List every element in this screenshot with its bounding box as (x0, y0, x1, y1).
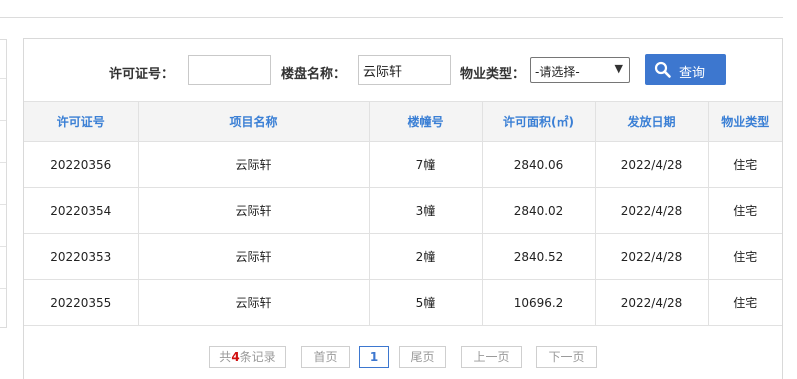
estate-name-input[interactable] (358, 55, 451, 85)
col-header-issue-date: 发放日期 (594, 101, 709, 142)
cell-building-number: 2幢 (368, 233, 483, 280)
cell-building-number: 7幢 (368, 141, 483, 188)
cell-property-type: 住宅 (707, 233, 782, 280)
table-row: 20220353 云际轩 2幢 2840.52 2022/4/28 住宅 (24, 233, 782, 280)
cell-project-name: 云际轩 (137, 279, 370, 326)
col-header-project-name: 项目名称 (137, 101, 370, 142)
sidebar-divider (0, 120, 6, 121)
search-bar: 许可证号： 楼盘名称： 物业类型： -请选择- ▼ 查询 (24, 39, 782, 101)
cell-permit-area: 2840.52 (481, 233, 596, 280)
query-button[interactable]: 查询 (645, 54, 726, 85)
permit-number-label: 许可证号： (109, 67, 175, 82)
pagination: 共4条记录 首页 1 尾页 上一页 下一页 (24, 345, 782, 369)
cell-permit-number: 20220354 (24, 187, 139, 234)
chevron-down-icon: ▼ (614, 62, 623, 75)
sidebar-divider (0, 78, 6, 79)
search-icon (654, 61, 672, 82)
next-page-button[interactable]: 下一页 (536, 346, 597, 368)
total-suffix: 条记录 (239, 350, 276, 364)
total-count: 4 (231, 350, 240, 364)
col-header-property-type: 物业类型 (707, 101, 782, 142)
property-type-selected: -请选择- (535, 65, 580, 79)
col-header-building-number: 楼幢号 (368, 101, 483, 142)
cell-permit-number: 20220356 (24, 141, 139, 188)
cell-property-type: 住宅 (707, 141, 782, 188)
query-button-label: 查询 (679, 66, 706, 81)
permit-results-table: 许可证号 项目名称 楼幢号 许可面积(㎡) 发放日期 物业类型 20220356… (24, 101, 782, 326)
cell-permit-number: 20220353 (24, 233, 139, 280)
current-page-button[interactable]: 1 (359, 346, 389, 368)
cell-project-name: 云际轩 (137, 233, 370, 280)
table-row: 20220356 云际轩 7幢 2840.06 2022/4/28 住宅 (24, 141, 782, 188)
cell-property-type: 住宅 (707, 279, 782, 326)
cell-building-number: 5幢 (368, 279, 483, 326)
sidebar-divider (0, 162, 6, 163)
property-type-select[interactable]: -请选择- ▼ (530, 57, 630, 83)
col-header-permit-number: 许可证号 (24, 101, 139, 142)
total-records-label: 共4条记录 (209, 346, 286, 368)
last-page-button[interactable]: 尾页 (399, 346, 446, 368)
cell-issue-date: 2022/4/28 (594, 187, 709, 234)
cell-issue-date: 2022/4/28 (594, 233, 709, 280)
sidebar-divider (0, 246, 6, 247)
permit-query-panel: 许可证号： 楼盘名称： 物业类型： -请选择- ▼ 查询 许可证号 (23, 38, 783, 379)
cell-issue-date: 2022/4/28 (594, 279, 709, 326)
left-sidebar-edge (0, 39, 7, 328)
cell-permit-number: 20220355 (24, 279, 139, 326)
prev-page-button[interactable]: 上一页 (461, 346, 522, 368)
sidebar-divider (0, 204, 6, 205)
table-row: 20220355 云际轩 5幢 10696.2 2022/4/28 住宅 (24, 279, 782, 326)
cell-property-type: 住宅 (707, 187, 782, 234)
cell-permit-area: 10696.2 (481, 279, 596, 326)
first-page-button[interactable]: 首页 (301, 346, 350, 368)
table-row: 20220354 云际轩 3幢 2840.02 2022/4/28 住宅 (24, 187, 782, 234)
cell-project-name: 云际轩 (137, 187, 370, 234)
cell-building-number: 3幢 (368, 187, 483, 234)
table-header-row: 许可证号 项目名称 楼幢号 许可面积(㎡) 发放日期 物业类型 (24, 101, 782, 142)
total-prefix: 共 (219, 350, 232, 364)
estate-name-label: 楼盘名称： (281, 67, 347, 82)
cell-issue-date: 2022/4/28 (594, 141, 709, 188)
top-divider (0, 17, 783, 18)
cell-permit-area: 2840.02 (481, 187, 596, 234)
sidebar-divider (0, 288, 6, 289)
permit-number-input[interactable] (188, 55, 271, 85)
col-header-permit-area: 许可面积(㎡) (481, 101, 596, 142)
property-type-label: 物业类型： (460, 67, 526, 82)
cell-permit-area: 2840.06 (481, 141, 596, 188)
cell-project-name: 云际轩 (137, 141, 370, 188)
